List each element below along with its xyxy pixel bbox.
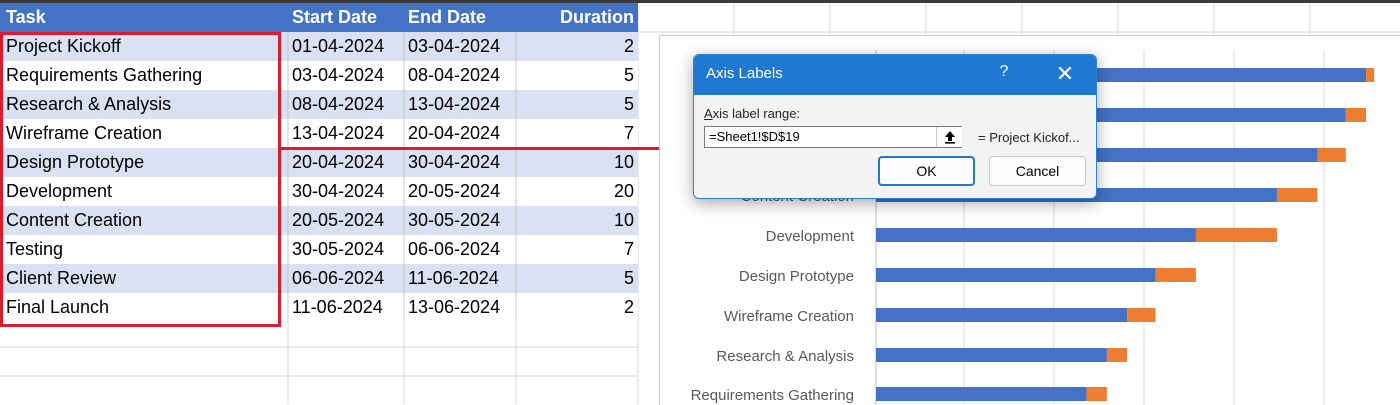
close-icon[interactable]: ✕: [1052, 61, 1078, 87]
start-bar[interactable]: [876, 348, 1107, 362]
upload-arrow-icon: [944, 131, 955, 144]
label-text: xis label range:: [712, 106, 801, 121]
table-header-row: Task Start Date End Date Duration: [0, 3, 638, 32]
cancel-button[interactable]: Cancel: [989, 156, 1086, 186]
access-key: A: [704, 106, 713, 121]
start-bar[interactable]: [876, 387, 1087, 401]
category-label: Wireframe Creation: [724, 308, 854, 325]
dialog-title-bar[interactable]: Axis Labels ? ✕: [694, 55, 1096, 95]
header-duration[interactable]: Duration: [518, 3, 634, 32]
duration-bar[interactable]: [1106, 348, 1128, 362]
duration-bar[interactable]: [1195, 228, 1277, 242]
help-icon[interactable]: ?: [994, 63, 1014, 85]
duration-bar[interactable]: [1366, 68, 1375, 82]
start-bar[interactable]: [876, 228, 1196, 242]
duration-bar[interactable]: [1276, 188, 1318, 202]
axis-label-range-label: Axis label range:: [704, 106, 800, 121]
dialog-title: Axis Labels: [706, 65, 783, 82]
start-bar[interactable]: [876, 308, 1128, 322]
category-label: Design Prototype: [739, 268, 854, 285]
range-preview: = Project Kickof...: [978, 130, 1080, 145]
duration-bar[interactable]: [1345, 108, 1367, 122]
header-start-date[interactable]: Start Date: [292, 3, 402, 32]
duration-bar[interactable]: [1317, 148, 1346, 162]
start-bar[interactable]: [876, 268, 1156, 282]
duration-bar[interactable]: [1086, 387, 1107, 401]
category-label: Development: [766, 228, 855, 245]
task-range-highlight: [0, 32, 281, 327]
header-end-date[interactable]: End Date: [408, 3, 518, 32]
category-label: Research & Analysis: [716, 348, 854, 365]
highlight-connector-line: [281, 147, 694, 150]
axis-label-range-input[interactable]: =Sheet1!$D$19: [704, 126, 962, 148]
header-task[interactable]: Task: [6, 3, 284, 32]
duration-bar[interactable]: [1127, 308, 1156, 322]
category-label: Requirements Gathering: [691, 387, 854, 404]
axis-labels-dialog: Axis Labels ? ✕ Axis label range: =Sheet…: [693, 54, 1097, 199]
ok-button[interactable]: OK: [878, 156, 975, 186]
collapse-dialog-icon[interactable]: [936, 127, 962, 147]
duration-bar[interactable]: [1155, 268, 1196, 282]
